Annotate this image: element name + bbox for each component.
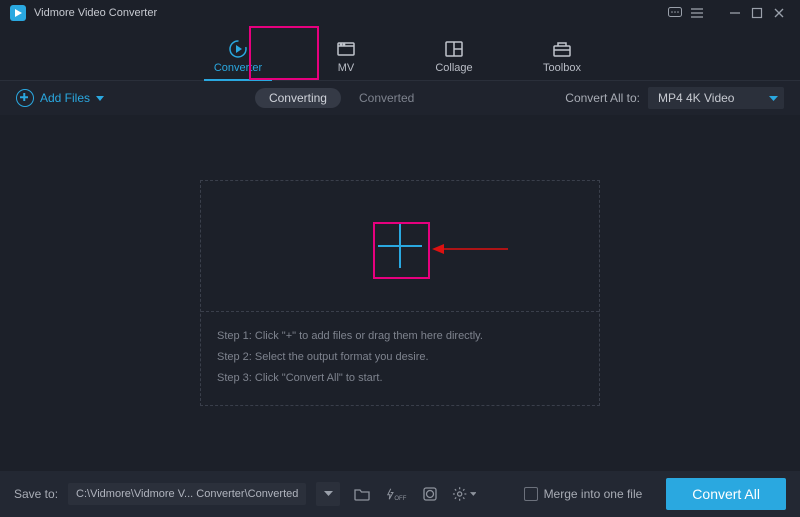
add-files-label: Add Files	[40, 91, 90, 105]
tab-converter-label: Converter	[214, 62, 262, 74]
add-files-plus-icon[interactable]	[378, 224, 422, 268]
step-1-text: Step 1: Click "+" to add files or drag t…	[217, 326, 583, 347]
menu-icon[interactable]	[686, 2, 708, 24]
subbar: Add Files Converting Converted Convert A…	[0, 81, 800, 115]
save-to-label: Save to:	[14, 487, 58, 501]
checkbox-icon	[524, 487, 538, 501]
merge-label: Merge into one file	[544, 487, 643, 501]
minimize-button[interactable]	[724, 2, 746, 24]
converting-converted-toggle: Converting Converted	[255, 88, 414, 108]
tab-collage-label: Collage	[435, 62, 472, 74]
save-path-dropdown[interactable]	[316, 482, 340, 506]
output-format-value: MP4 4K Video	[658, 91, 735, 105]
tab-toolbox[interactable]: Toolbox	[528, 34, 596, 80]
convert-all-to-label: Convert All to:	[565, 91, 640, 105]
converter-icon	[227, 38, 249, 60]
task-schedule-icon[interactable]	[418, 482, 442, 506]
feedback-icon[interactable]	[664, 2, 686, 24]
tab-toolbox-label: Toolbox	[543, 62, 581, 74]
tab-converter[interactable]: Converter	[204, 34, 272, 80]
hardware-accel-icon[interactable]: OFF	[384, 482, 408, 506]
step-2-text: Step 2: Select the output format you des…	[217, 347, 583, 368]
footer: Save to: C:\Vidmore\Vidmore V... Convert…	[0, 471, 800, 517]
chevron-down-icon	[769, 91, 778, 105]
open-folder-icon[interactable]	[350, 482, 374, 506]
app-logo	[10, 5, 26, 21]
tab-collage[interactable]: Collage	[420, 34, 488, 80]
step-3-text: Step 3: Click "Convert All" to start.	[217, 368, 583, 389]
main-tabs: Converter MV Collage Toolbox	[0, 26, 800, 81]
dropzone[interactable]: Step 1: Click "+" to add files or drag t…	[200, 180, 600, 406]
collage-icon	[443, 38, 465, 60]
tab-mv[interactable]: MV	[312, 34, 380, 80]
content-area: Step 1: Click "+" to add files or drag t…	[0, 115, 800, 461]
convert-all-to: Convert All to: MP4 4K Video	[565, 87, 784, 109]
maximize-button[interactable]	[746, 2, 768, 24]
toolbox-icon	[551, 38, 573, 60]
dropzone-instructions: Step 1: Click "+" to add files or drag t…	[201, 311, 599, 405]
convert-all-button[interactable]: Convert All	[666, 478, 786, 510]
segment-converted[interactable]: Converted	[359, 91, 414, 105]
output-format-select[interactable]: MP4 4K Video	[648, 87, 784, 109]
close-button[interactable]	[768, 2, 790, 24]
merge-into-one-checkbox[interactable]: Merge into one file	[524, 487, 643, 501]
chevron-down-icon	[96, 91, 104, 105]
dropzone-top[interactable]	[201, 181, 599, 311]
mv-icon	[335, 38, 357, 60]
app-title: Vidmore Video Converter	[34, 7, 157, 19]
add-files-button[interactable]: Add Files	[16, 89, 104, 107]
titlebar: Vidmore Video Converter	[0, 0, 800, 26]
segment-converting[interactable]: Converting	[255, 88, 341, 108]
settings-icon[interactable]	[452, 482, 476, 506]
save-path-display[interactable]: C:\Vidmore\Vidmore V... Converter\Conver…	[68, 483, 306, 505]
tab-mv-label: MV	[338, 62, 355, 74]
